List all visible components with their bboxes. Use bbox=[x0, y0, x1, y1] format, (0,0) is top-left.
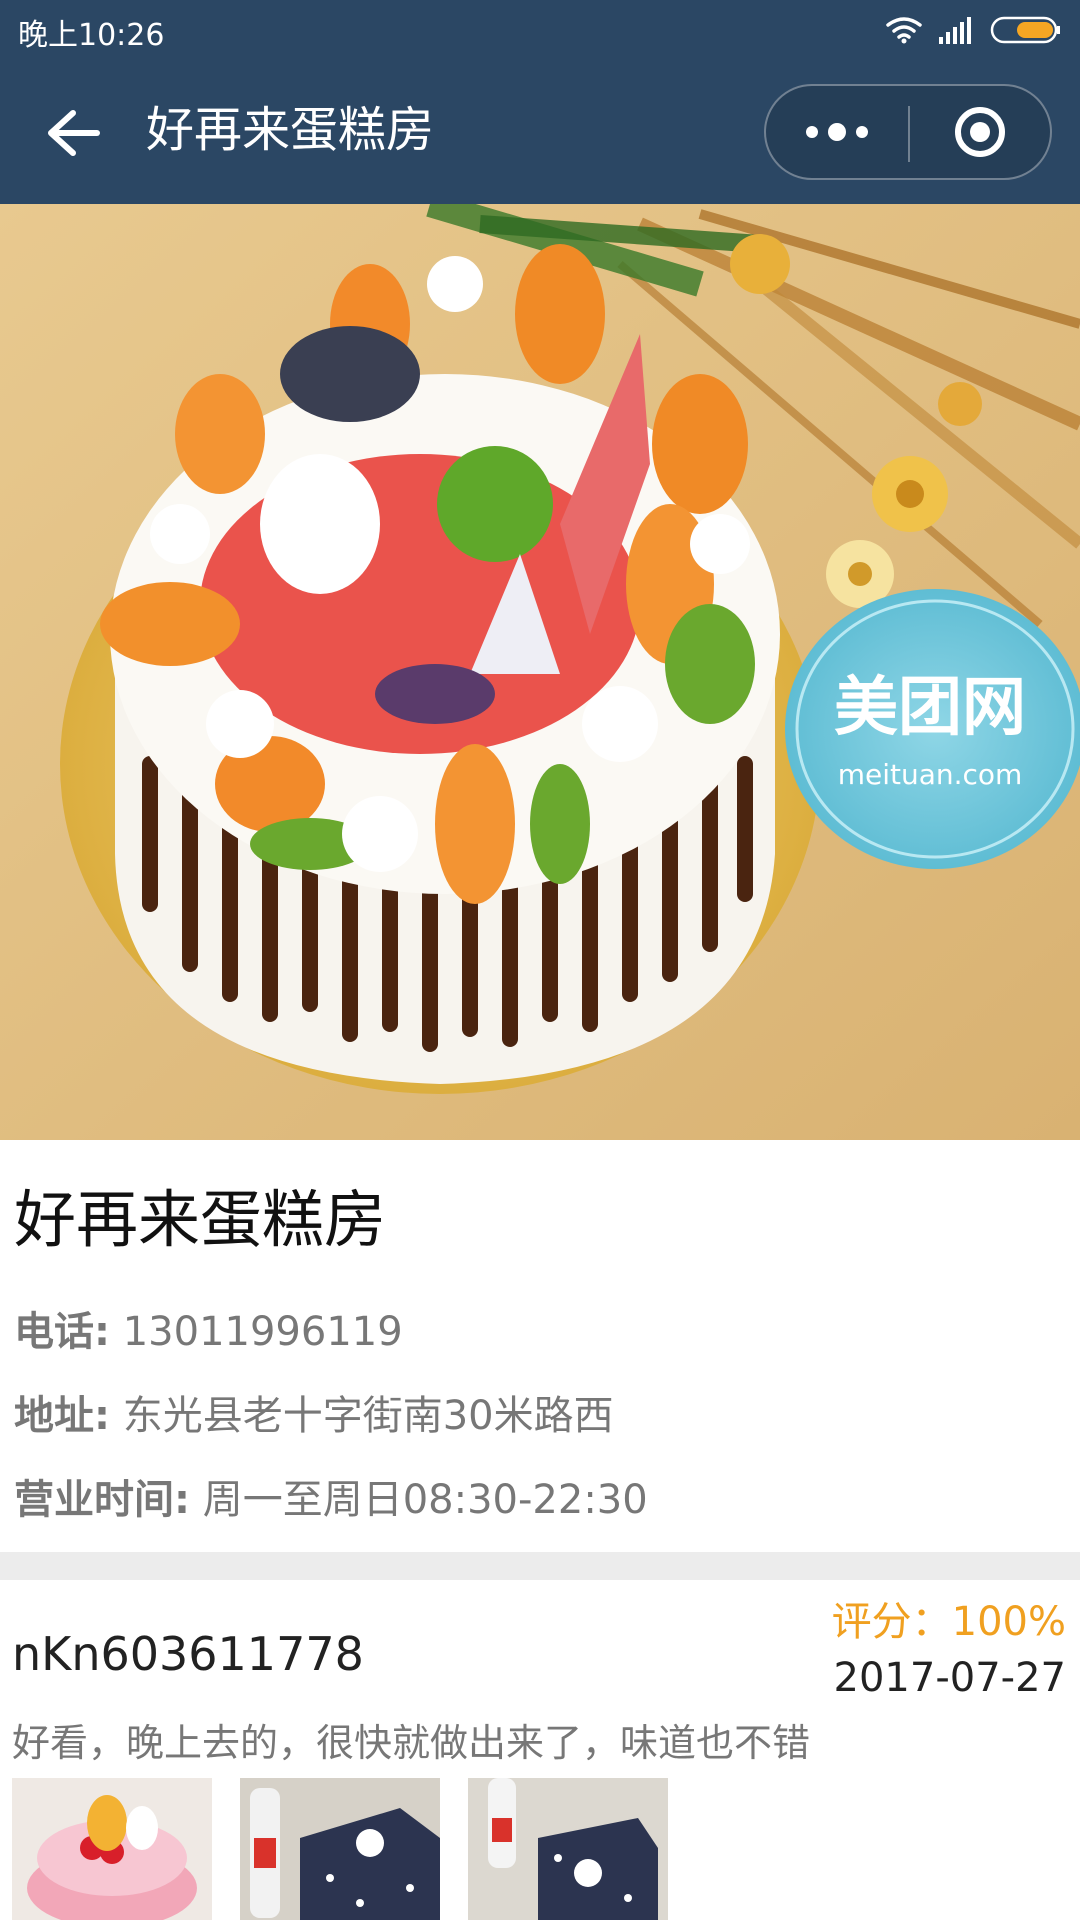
review-text: 好看，晚上去的，很快就做出来了，味道也不错 bbox=[12, 1721, 811, 1765]
battery-icon bbox=[990, 16, 1060, 44]
review-photo[interactable] bbox=[240, 1778, 440, 1920]
review-photos bbox=[12, 1778, 668, 1920]
more-dots-icon bbox=[806, 123, 868, 141]
address-label: 地址: bbox=[14, 1393, 110, 1439]
meituan-watermark-badge: 美团网 meituan.com bbox=[785, 589, 1080, 869]
address-value: 东光县老十字街南30米路西 bbox=[122, 1393, 614, 1439]
review-photo-cake-pink bbox=[12, 1778, 212, 1920]
page-title: 好再来蛋糕房 bbox=[146, 102, 435, 158]
shop-name: 好再来蛋糕房 bbox=[14, 1183, 387, 1256]
review-photo[interactable] bbox=[12, 1778, 212, 1920]
back-arrow-icon bbox=[48, 110, 100, 156]
nav-bar: 好再来蛋糕房 bbox=[0, 60, 1080, 204]
status-time: 晚上10:26 bbox=[18, 18, 165, 53]
wifi-icon bbox=[886, 17, 922, 44]
address-row[interactable]: 地址: 东光县老十字街南30米路西 bbox=[14, 1388, 614, 1444]
close-target-icon bbox=[955, 107, 1005, 157]
phone-value[interactable]: 13011996119 bbox=[123, 1309, 403, 1355]
hero-image[interactable]: 美团网 meituan.com bbox=[0, 204, 1080, 1140]
review-photo-cake-box-2 bbox=[468, 1778, 668, 1920]
badge-url: meituan.com bbox=[838, 758, 1023, 791]
phone-row[interactable]: 电话: 13011996119 bbox=[14, 1304, 403, 1360]
review-photo-cake-box bbox=[240, 1778, 440, 1920]
review-photo[interactable] bbox=[468, 1778, 668, 1920]
more-button[interactable] bbox=[766, 86, 908, 178]
status-icons bbox=[884, 14, 1062, 46]
review-username: nKn603611778 bbox=[12, 1627, 364, 1681]
badge-brand: 美团网 bbox=[834, 671, 1026, 745]
phone-label: 电话: bbox=[14, 1309, 110, 1355]
hours-row: 营业时间: 周一至周日08:30-22:30 bbox=[14, 1472, 648, 1528]
signal-icon bbox=[939, 17, 971, 44]
back-button[interactable] bbox=[38, 98, 108, 168]
hours-label: 营业时间: bbox=[14, 1477, 190, 1523]
status-bar: 晚上10:26 bbox=[0, 0, 1080, 60]
section-divider bbox=[0, 1552, 1080, 1580]
review-score: 评分：100% bbox=[831, 1599, 1066, 1645]
review-date: 2017-07-27 bbox=[833, 1655, 1066, 1701]
mini-program-capsule bbox=[764, 84, 1052, 180]
close-button[interactable] bbox=[910, 86, 1050, 178]
hours-value: 周一至周日08:30-22:30 bbox=[202, 1477, 648, 1523]
cake-photo: 美团网 meituan.com bbox=[0, 204, 1080, 1140]
